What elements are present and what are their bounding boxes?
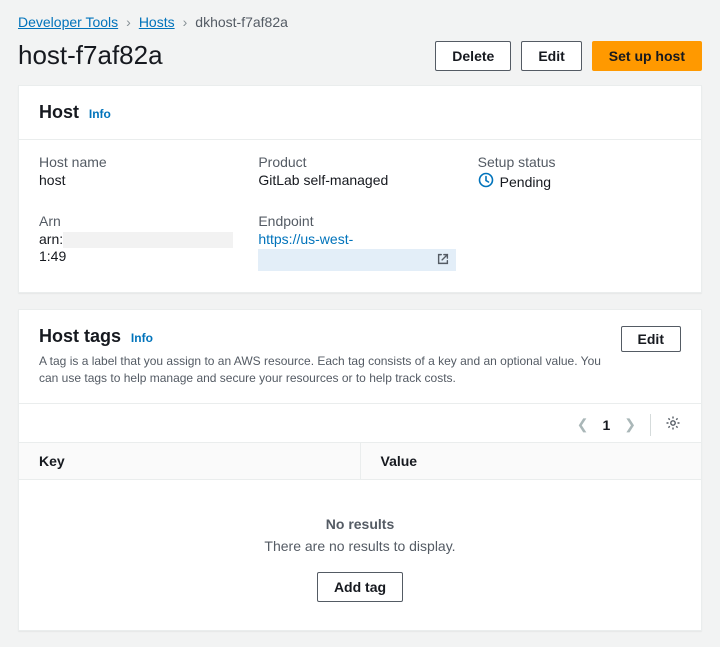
next-page-icon[interactable]: ❯ <box>624 416 636 433</box>
page-title: host-f7af82a <box>18 40 163 71</box>
host-panel: Host Info Host name host Product GitLab … <box>18 85 702 293</box>
add-tag-button[interactable]: Add tag <box>317 572 403 602</box>
host-tags-info-link[interactable]: Info <box>131 331 153 345</box>
divider <box>650 414 651 436</box>
host-tags-panel: Host tags Info A tag is a label that you… <box>18 309 702 631</box>
action-buttons: Delete Edit Set up host <box>435 41 702 71</box>
page-number: 1 <box>602 417 610 433</box>
setup-status-value: Pending <box>478 172 681 191</box>
redacted-block <box>63 232 233 248</box>
endpoint-copy-box <box>258 249 456 271</box>
arn-value: arn: 1:49 <box>39 231 242 264</box>
column-value[interactable]: Value <box>360 443 702 479</box>
breadcrumb-root-link[interactable]: Developer Tools <box>18 14 118 30</box>
chevron-right-icon: › <box>183 14 188 30</box>
tags-empty-state: No results There are no results to displ… <box>19 480 701 630</box>
product-label: Product <box>258 154 461 170</box>
host-tags-title: Host tags <box>39 326 121 346</box>
chevron-right-icon: › <box>126 14 131 30</box>
host-info-link[interactable]: Info <box>89 107 111 121</box>
arn-label: Arn <box>39 213 242 229</box>
breadcrumb-current: dkhost-f7af82a <box>195 14 288 30</box>
breadcrumb-hosts-link[interactable]: Hosts <box>139 14 175 30</box>
gear-icon[interactable] <box>665 415 681 434</box>
setup-status-label: Setup status <box>478 154 681 170</box>
prev-page-icon[interactable]: ❮ <box>577 416 589 433</box>
endpoint-link[interactable]: https://us-west- <box>258 231 353 247</box>
setup-host-button[interactable]: Set up host <box>592 41 702 71</box>
host-name-value: host <box>39 172 242 188</box>
breadcrumb: Developer Tools › Hosts › dkhost-f7af82a <box>0 0 720 34</box>
host-panel-title: Host <box>39 102 79 122</box>
host-name-label: Host name <box>39 154 242 170</box>
empty-subtitle: There are no results to display. <box>39 538 681 554</box>
delete-button[interactable]: Delete <box>435 41 511 71</box>
external-link-icon[interactable] <box>436 252 450 269</box>
endpoint-label: Endpoint <box>258 213 461 229</box>
edit-tags-button[interactable]: Edit <box>621 326 681 352</box>
page-header: host-f7af82a Delete Edit Set up host <box>0 34 720 85</box>
column-key[interactable]: Key <box>19 443 360 479</box>
pending-icon <box>478 172 494 191</box>
empty-title: No results <box>39 516 681 532</box>
tags-table-header: Key Value <box>19 442 701 480</box>
host-tags-description: A tag is a label that you assign to an A… <box>39 353 621 387</box>
product-value: GitLab self-managed <box>258 172 461 188</box>
edit-button[interactable]: Edit <box>521 41 581 71</box>
tags-pagination: ❮ 1 ❯ <box>19 404 701 442</box>
